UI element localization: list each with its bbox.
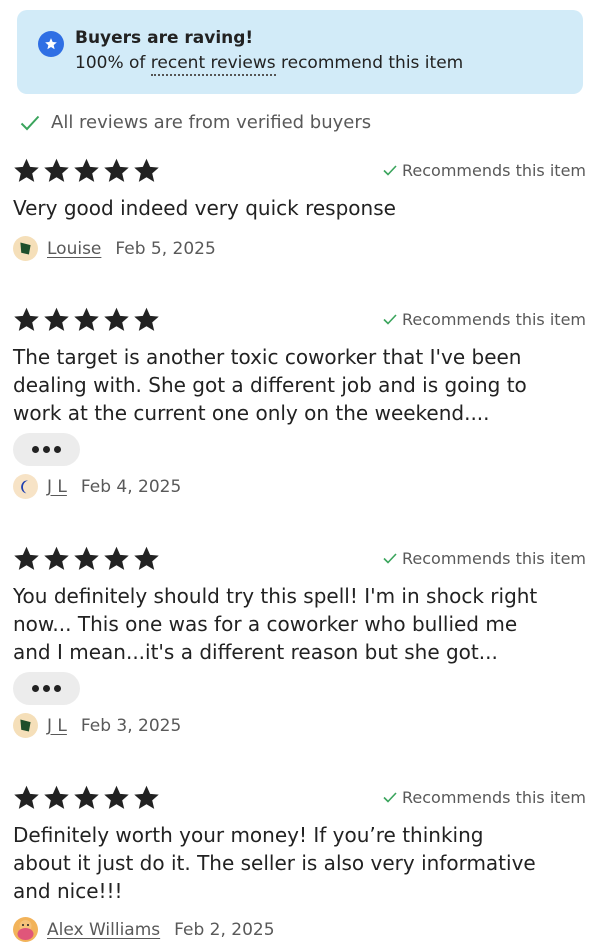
review-text-line: and I mean...it's a different reason but… [13, 640, 498, 664]
star-icon [104, 158, 129, 182]
review-text-line: The target is another toxic coworker tha… [13, 345, 522, 369]
recommends-badge: Recommends this item [383, 549, 586, 568]
review-text-line: Definitely worth your money! If you’re t… [13, 823, 484, 847]
star-icon [74, 546, 99, 570]
green-pentagon-avatar-icon [20, 242, 31, 255]
banner-subtitle: 100% of recent reviews recommend this it… [75, 53, 464, 76]
review-meta: Louise Feb 5, 2025 [13, 236, 216, 261]
review-date: Feb 2, 2025 [174, 919, 275, 940]
star-icon [14, 546, 39, 570]
star-icon [44, 785, 69, 809]
banner-subtitle-suffix: recommend this item [275, 53, 464, 73]
star-rating [12, 545, 162, 573]
recommends-label: Recommends this item [402, 549, 586, 568]
dot-icon [43, 446, 50, 453]
review-meta: J L Feb 3, 2025 [13, 713, 181, 738]
check-icon [383, 792, 397, 803]
star-icon [44, 307, 69, 331]
review-text: Very good indeed very quick response [13, 194, 593, 222]
recent-reviews-link[interactable]: recent reviews [150, 53, 276, 76]
check-icon [20, 115, 40, 130]
check-icon [383, 553, 397, 564]
check-icon [383, 314, 397, 325]
star-icon [104, 546, 129, 570]
recommends-badge: Recommends this item [383, 788, 586, 807]
author-link[interactable]: Alex Williams [47, 920, 160, 940]
recommends-badge: Recommends this item [383, 161, 586, 180]
star-icon [44, 546, 69, 570]
verified-buyers-note: All reviews are from verified buyers [20, 112, 371, 133]
expand-more-button[interactable] [13, 433, 80, 466]
star-icon [104, 785, 129, 809]
review-text-line: work at the current one only on the week… [13, 401, 490, 425]
star-icon [14, 785, 39, 809]
author-link[interactable]: J L [47, 477, 67, 497]
star-icon [134, 158, 159, 182]
dot-icon [54, 685, 61, 692]
banner-title: Buyers are raving! [75, 28, 254, 48]
review-text-line: and nice!!! [13, 879, 123, 903]
blue-crescent-avatar-icon [21, 480, 29, 494]
star-icon [134, 307, 159, 331]
star-icon [44, 158, 69, 182]
review-text-line: You definitely should try this spell! I'… [13, 584, 538, 608]
avatar[interactable] [13, 713, 38, 738]
star-rating [12, 306, 162, 334]
review-text-line: dealing with. She got a different job an… [13, 373, 527, 397]
review-meta: Alex Williams Feb 2, 2025 [13, 917, 275, 942]
dot-icon [43, 685, 50, 692]
photo-avatar-icon [17, 920, 34, 940]
star-rating [12, 784, 162, 812]
dot-icon [32, 446, 39, 453]
recommends-badge: Recommends this item [383, 310, 586, 329]
author-link[interactable]: J L [47, 716, 67, 736]
review-date: Feb 3, 2025 [80, 715, 182, 736]
green-pentagon-avatar-icon [20, 719, 31, 732]
review-date: Feb 5, 2025 [115, 238, 216, 259]
author-link[interactable]: Louise [47, 239, 101, 259]
review-text-line: about it just do it. The seller is also … [13, 851, 536, 875]
review-text-line: Very good indeed very quick response [13, 196, 396, 220]
review-date: Feb 4, 2025 [80, 476, 182, 497]
dot-icon [54, 446, 61, 453]
recommends-label: Recommends this item [402, 161, 586, 180]
star-icon [134, 546, 159, 570]
avatar[interactable] [13, 917, 38, 942]
banner-subtitle-prefix: 100% of [75, 53, 151, 73]
avatar[interactable] [13, 236, 38, 261]
star-icon [74, 307, 99, 331]
reviews-page: Buyers are raving! 100% of recent review… [0, 0, 600, 951]
buyers-raving-banner: Buyers are raving! 100% of recent review… [17, 10, 583, 94]
star-icon [14, 307, 39, 331]
review-text: Definitely worth your money! If you’re t… [13, 821, 593, 905]
star-icon [14, 158, 39, 182]
dot-icon [32, 685, 39, 692]
star-icon [104, 307, 129, 331]
recommends-label: Recommends this item [402, 310, 586, 329]
star-rating [12, 157, 162, 185]
star-icon [134, 785, 159, 809]
star-badge-icon [38, 31, 64, 57]
review-meta: J L Feb 4, 2025 [13, 474, 181, 499]
review-text-line: now... This one was for a coworker who b… [13, 612, 518, 636]
expand-more-button[interactable] [13, 672, 80, 705]
review-text: You definitely should try this spell! I'… [13, 582, 593, 666]
review-text: The target is another toxic coworker tha… [13, 343, 593, 427]
avatar[interactable] [13, 474, 38, 499]
star-icon [74, 158, 99, 182]
verified-text: All reviews are from verified buyers [51, 112, 372, 133]
star-icon [74, 785, 99, 809]
recommends-label: Recommends this item [402, 788, 586, 807]
check-icon [383, 165, 397, 176]
